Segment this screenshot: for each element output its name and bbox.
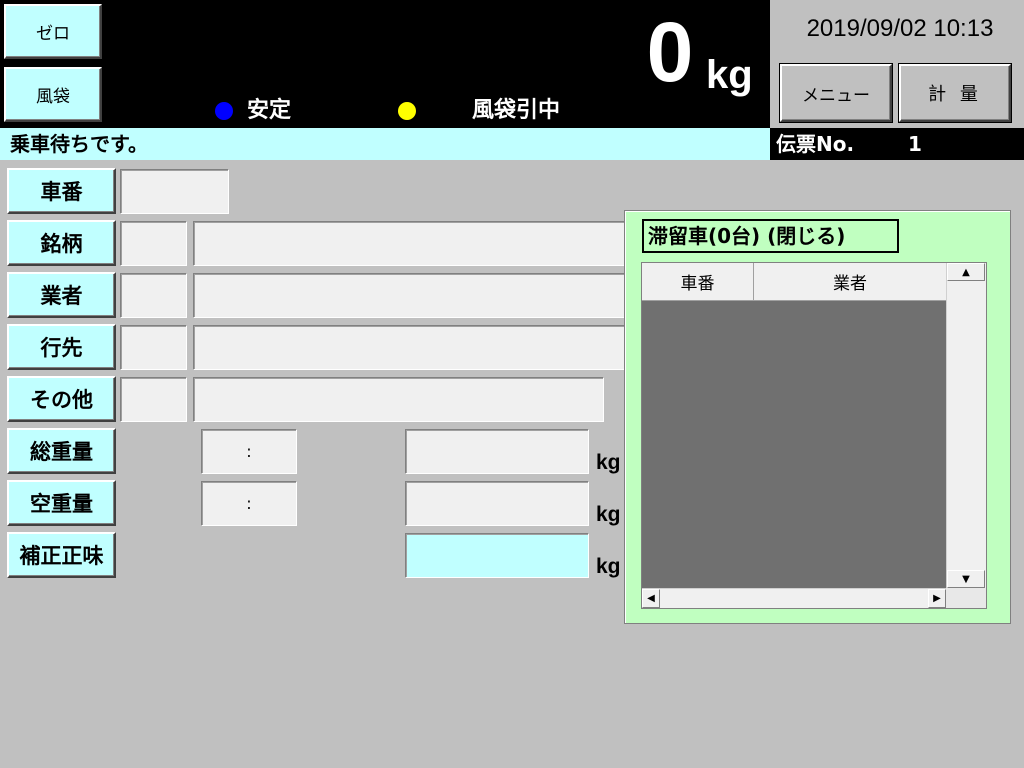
column-header-vendor[interactable]: 業者 bbox=[754, 263, 946, 301]
vendor-button[interactable]: 業者 bbox=[7, 272, 116, 318]
brand-code-field[interactable] bbox=[120, 221, 187, 266]
stable-indicator-icon bbox=[215, 102, 233, 120]
gross-weight-field[interactable] bbox=[405, 429, 589, 474]
status-message: 乗車待ちです。 bbox=[10, 132, 148, 156]
vertical-scrollbar[interactable] bbox=[946, 263, 986, 588]
grid-body[interactable] bbox=[642, 301, 946, 588]
scroll-left-icon[interactable]: ◀ bbox=[642, 589, 660, 608]
net-correction-field[interactable] bbox=[405, 533, 589, 578]
stable-status-label: 安定 bbox=[247, 98, 292, 123]
tare-button[interactable]: 風袋 bbox=[4, 67, 102, 122]
scroll-right-icon[interactable]: ▶ bbox=[928, 589, 946, 608]
other-button[interactable]: その他 bbox=[7, 376, 116, 422]
vendor-name-field[interactable] bbox=[193, 273, 625, 318]
other-code-field[interactable] bbox=[120, 377, 187, 422]
vehicle-number-field[interactable] bbox=[120, 169, 229, 214]
parked-vehicles-close-button[interactable]: 滞留車(0台) (閉じる) bbox=[642, 219, 899, 253]
brand-name-field[interactable] bbox=[193, 221, 625, 266]
net-correction-label: 補正正味 bbox=[7, 532, 116, 578]
empty-weight-unit: kg bbox=[596, 503, 621, 526]
column-header-vehicle-number[interactable]: 車番 bbox=[642, 263, 754, 301]
empty-time-field[interactable]: : bbox=[201, 481, 297, 526]
horizontal-scrollbar[interactable] bbox=[642, 588, 946, 608]
weight-display: 0 bbox=[646, 5, 694, 99]
net-correction-unit: kg bbox=[596, 555, 621, 578]
tare-status-label: 風袋引中 bbox=[472, 98, 561, 123]
gross-time-field[interactable]: : bbox=[201, 429, 297, 474]
gross-weight-unit: kg bbox=[596, 451, 621, 474]
empty-weight-field[interactable] bbox=[405, 481, 589, 526]
measure-button[interactable]: 計 量 bbox=[899, 64, 1011, 122]
brand-button[interactable]: 銘柄 bbox=[7, 220, 116, 266]
empty-weight-label: 空重量 bbox=[7, 480, 116, 526]
menu-button[interactable]: メニュー bbox=[780, 64, 892, 122]
destination-code-field[interactable] bbox=[120, 325, 187, 370]
slip-number-label: 伝票No. bbox=[776, 132, 855, 156]
other-name-field[interactable] bbox=[193, 377, 604, 422]
datetime-display: 2019/09/02 10:13 bbox=[806, 15, 994, 42]
destination-button[interactable]: 行先 bbox=[7, 324, 116, 370]
gross-weight-label: 総重量 bbox=[7, 428, 116, 474]
vendor-code-field[interactable] bbox=[120, 273, 187, 318]
scrollbar-corner bbox=[946, 588, 986, 608]
slip-number-value: 1 bbox=[908, 132, 922, 156]
tare-indicator-icon bbox=[398, 102, 416, 120]
zero-button[interactable]: ゼロ bbox=[4, 4, 102, 59]
destination-name-field[interactable] bbox=[193, 325, 625, 370]
vehicle-number-button[interactable]: 車番 bbox=[7, 168, 116, 214]
weight-unit: kg bbox=[706, 53, 753, 97]
scroll-down-icon[interactable]: ▼ bbox=[947, 570, 985, 588]
scroll-up-icon[interactable]: ▲ bbox=[947, 263, 985, 281]
